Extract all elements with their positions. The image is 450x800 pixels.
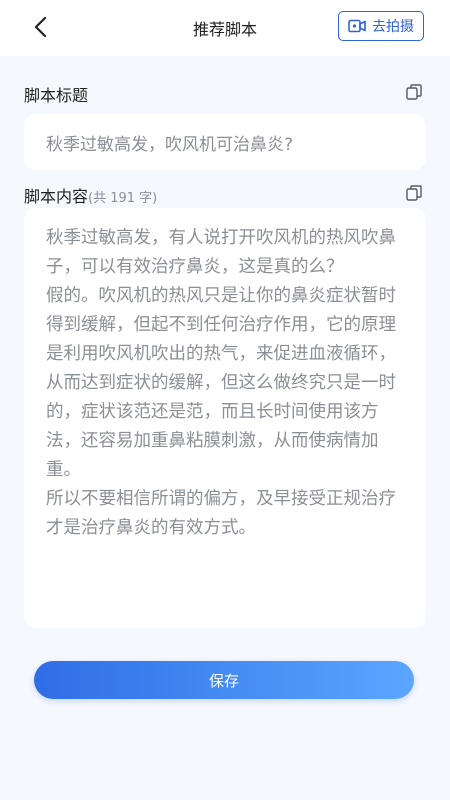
script-title-label: 脚本标题 — [24, 86, 89, 105]
copy-title-button[interactable] — [405, 83, 423, 101]
go-shoot-button[interactable]: 去拍摄 — [338, 11, 424, 41]
copy-icon — [406, 185, 422, 201]
script-content-label-text: 脚本内容 — [24, 187, 89, 206]
copy-content-button[interactable] — [405, 184, 423, 202]
top-bar: 推荐脚本 去拍摄 — [0, 0, 450, 56]
save-button[interactable]: 保存 — [34, 661, 414, 699]
script-title-field[interactable]: 秋季过敏高发，吹风机可治鼻炎? — [24, 114, 426, 170]
script-content-label: 脚本内容(共 191 字) — [24, 183, 157, 207]
word-count: (共 191 字) — [88, 191, 158, 206]
script-content-field[interactable]: 秋季过敏高发，有人说打开吹风机的热风吹鼻子，可以有效治疗鼻炎，这是真的么？ 假的… — [24, 208, 426, 628]
video-camera-icon — [348, 19, 366, 33]
copy-icon — [406, 84, 422, 100]
go-shoot-label: 去拍摄 — [372, 19, 414, 35]
